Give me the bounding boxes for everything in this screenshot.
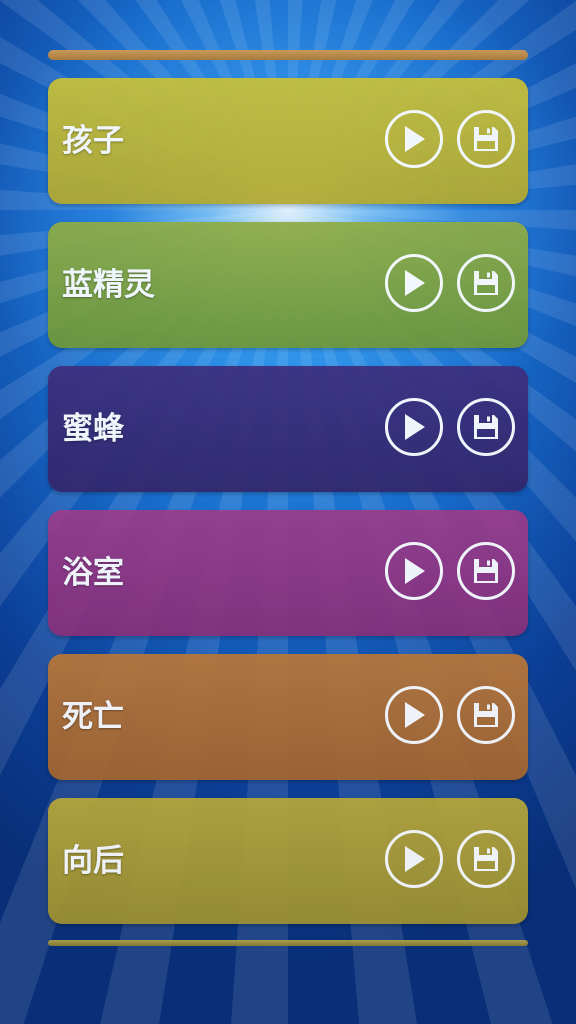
play-icon (405, 270, 425, 296)
sound-label: 孩子 (62, 123, 124, 159)
save-button[interactable] (457, 830, 515, 888)
sound-label: 蓝精灵 (62, 267, 155, 303)
sound-item-4[interactable]: 浴室 (48, 510, 528, 636)
play-button[interactable] (385, 110, 443, 168)
save-button[interactable] (457, 398, 515, 456)
save-button[interactable] (457, 542, 515, 600)
play-icon (405, 414, 425, 440)
sound-item-2[interactable]: 蓝精灵 (48, 222, 528, 348)
list-item-partial-top (48, 50, 528, 60)
save-button[interactable] (457, 686, 515, 744)
play-icon (405, 126, 425, 152)
save-button[interactable] (457, 254, 515, 312)
save-button[interactable] (457, 110, 515, 168)
sound-label: 死亡 (62, 699, 124, 735)
play-button[interactable] (385, 398, 443, 456)
floppy-disk-icon (474, 415, 498, 439)
sound-label: 蜜蜂 (62, 411, 124, 447)
floppy-disk-icon (474, 127, 498, 151)
sound-item-6[interactable]: 向后 (48, 798, 528, 924)
floppy-disk-icon (474, 703, 498, 727)
sound-item-5[interactable]: 死亡 (48, 654, 528, 780)
play-button[interactable] (385, 542, 443, 600)
floppy-disk-icon (474, 559, 498, 583)
play-icon (405, 702, 425, 728)
play-button[interactable] (385, 254, 443, 312)
sound-item-1[interactable]: 孩子 (48, 78, 528, 204)
sound-item-3[interactable]: 蜜蜂 (48, 366, 528, 492)
play-button[interactable] (385, 830, 443, 888)
floppy-disk-icon (474, 847, 498, 871)
list-item-partial-bottom (48, 940, 528, 946)
play-icon (405, 558, 425, 584)
play-icon (405, 846, 425, 872)
play-button[interactable] (385, 686, 443, 744)
sound-label: 浴室 (62, 555, 124, 591)
sound-list[interactable]: 孩子 蓝精灵 蜜蜂 浴室 死亡 向后 (48, 0, 528, 1024)
sound-label: 向后 (62, 843, 124, 879)
floppy-disk-icon (474, 271, 498, 295)
